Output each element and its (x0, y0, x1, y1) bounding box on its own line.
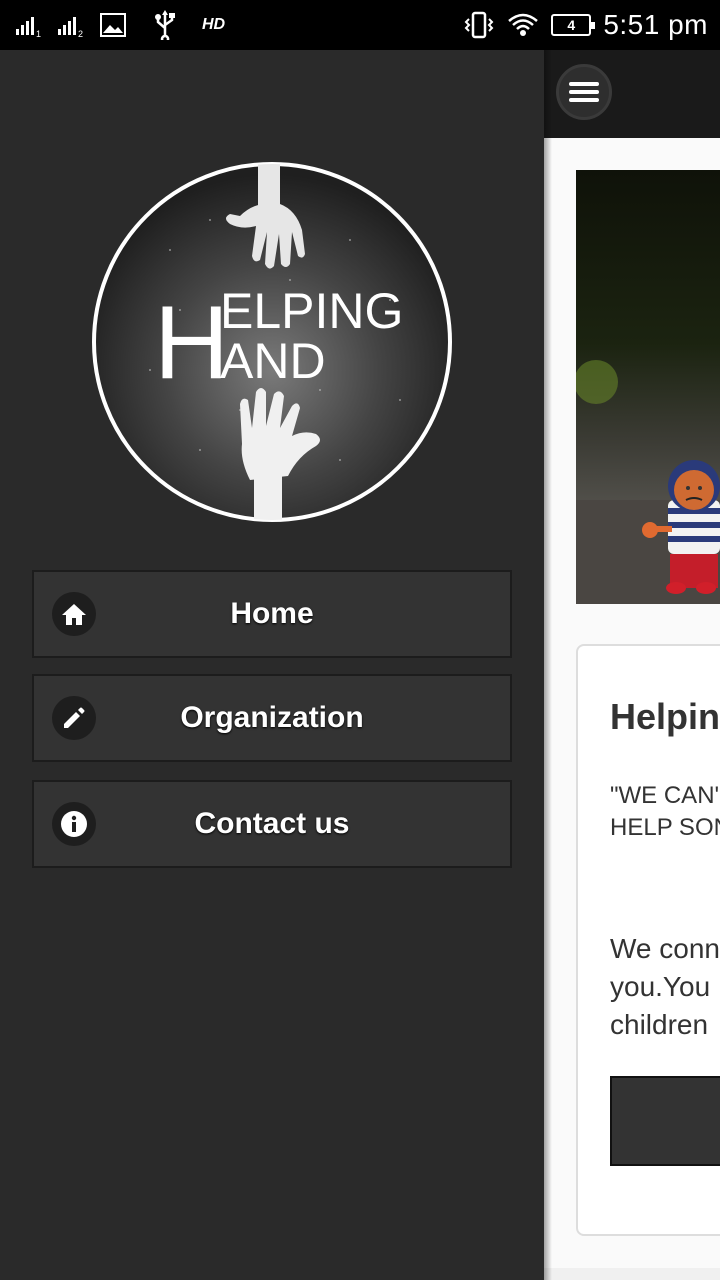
menu-item-organization[interactable]: Organization (32, 674, 512, 762)
logo-line1: ELPING (220, 283, 403, 339)
menu-item-label: Home (230, 597, 314, 630)
logo-initial: H (154, 285, 229, 401)
app-toolbar (544, 50, 720, 138)
app-screen: 1 2 HD 4 5:51 pm H ELPING AND Home Organ… (0, 0, 720, 1280)
network-type-label: HD (202, 16, 226, 33)
helping-hand-logo: H ELPING AND (92, 162, 452, 522)
sim2-index: 2 (77, 29, 83, 39)
menu-item-label: Organization (180, 701, 364, 734)
info-icon (52, 802, 96, 846)
status-bar: 1 2 HD 4 5:51 pm (0, 0, 720, 50)
home-icon (52, 592, 96, 636)
menu-toggle-button[interactable] (556, 64, 612, 120)
pencil-icon (52, 696, 96, 740)
toy-figure-photo (576, 360, 720, 604)
hero-image (576, 170, 720, 604)
battery-icon: 4 (551, 14, 596, 36)
logo-line2: AND (220, 333, 326, 389)
status-bar-left: 1 2 HD (16, 8, 225, 42)
card-quote: "WE CAN' HELP SON (610, 782, 720, 841)
vibrate-icon (464, 11, 494, 39)
menu-item-home[interactable]: Home (32, 570, 512, 658)
info-card: Helpin "WE CAN' HELP SON We conn you.You… (576, 644, 720, 1236)
navigation-drawer: H ELPING AND Home Organization Contact u… (0, 50, 544, 1280)
status-bar-right: 4 5:51 pm (463, 6, 708, 44)
card-action-button[interactable] (610, 1076, 720, 1166)
usb-icon (155, 10, 175, 40)
clock: 5:51 pm (603, 9, 708, 40)
menu-item-contact-us[interactable]: Contact us (32, 780, 512, 868)
signal-sim1-icon: 1 (16, 15, 41, 39)
page-content: Helpin "WE CAN' HELP SON We conn you.You… (544, 138, 720, 1268)
main-content: Helpin "WE CAN' HELP SON We conn you.You… (544, 50, 720, 1280)
hamburger-icon (569, 82, 599, 102)
card-title: Helpin (610, 696, 720, 737)
signal-sim2-icon: 2 (58, 15, 83, 39)
drawer-edge-shadow (544, 50, 552, 1280)
gallery-icon (100, 13, 126, 37)
wifi-icon (508, 13, 539, 36)
battery-level: 4 (567, 17, 576, 33)
menu-item-label: Contact us (194, 807, 350, 840)
card-body: We conn you.You children (610, 933, 720, 1040)
sim1-index: 1 (35, 29, 41, 39)
